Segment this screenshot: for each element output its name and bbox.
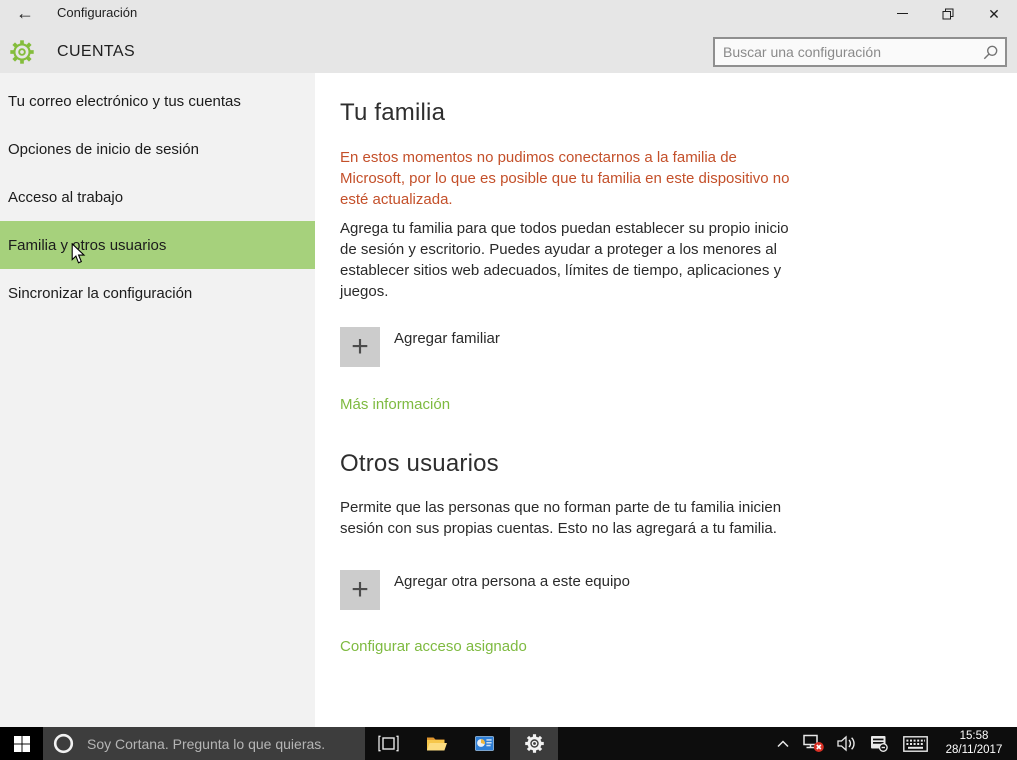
plus-icon: + [340,570,380,610]
add-family-member-button[interactable]: + Agregar familiar [340,327,1017,367]
sidebar-item-family-other-users[interactable]: Familia y otros usuarios [0,221,315,269]
network-status-button[interactable] [798,727,830,760]
close-button[interactable]: ✕ [971,0,1017,27]
chevron-up-icon [777,740,789,748]
plus-icon: + [340,327,380,367]
search-input[interactable] [715,44,983,60]
sidebar-item-signin-options[interactable]: Opciones de inicio de sesión [0,125,315,173]
mouse-cursor [71,243,86,265]
keyboard-icon [903,736,928,752]
cortana-placeholder-text: Soy Cortana. Pregunta lo que quieras. [87,736,325,752]
gear-icon [524,733,545,754]
family-warning-text: En estos momentos no pudimos conectarnos… [340,147,792,210]
family-description: Agrega tu familia para que todos puedan … [340,218,792,302]
settings-gear-icon [9,39,35,70]
more-info-link[interactable]: Más información [340,396,450,413]
minimize-icon [897,13,908,14]
task-view-button[interactable] [366,727,410,760]
cortana-search-bar[interactable]: Soy Cortana. Pregunta lo que quieras. [43,727,365,760]
cortana-icon [52,732,75,755]
add-other-user-label: Agregar otra persona a este equipo [394,573,630,590]
file-explorer-button[interactable] [414,727,458,760]
family-section-heading: Tu familia [340,99,1017,127]
other-users-description: Permite que las personas que no forman p… [340,497,808,539]
restore-button[interactable] [925,0,971,27]
speaker-icon [837,735,857,752]
settings-window: ← Configuración ✕ [0,0,1017,760]
settings-search-box[interactable] [713,37,1007,67]
back-arrow-icon: ← [16,3,34,24]
sidebar-item-sync-settings[interactable]: Sincronizar la configuración [0,269,315,317]
other-users-heading: Otros usuarios [340,450,1017,478]
list-status-icon [870,735,888,752]
task-view-icon [378,735,399,752]
taskbar-clock[interactable]: 15:58 28/11/2017 [934,727,1014,760]
settings-taskbar-button[interactable] [510,727,558,760]
title-bar: ← Configuración ✕ [0,0,1017,73]
assigned-access-link[interactable]: Configurar acceso asignado [340,638,527,655]
volume-button[interactable] [831,727,863,760]
notification-status-button[interactable] [864,727,894,760]
system-panel-icon [475,736,494,751]
tray-show-hidden-icons-button[interactable] [769,727,797,760]
content-pane: Tu familia En estos momentos no pudimos … [315,73,1017,727]
windows-logo-icon [14,736,30,752]
start-button[interactable] [0,727,43,760]
window-title: Configuración [57,5,137,20]
window-controls: ✕ [879,0,1017,27]
taskbar: Soy Cortana. Pregunta lo que quieras. [0,727,1017,760]
search-icon[interactable] [983,45,998,60]
sidebar-item-email-accounts[interactable]: Tu correo electrónico y tus cuentas [0,77,315,125]
sidebar-item-work-access[interactable]: Acceso al trabajo [0,173,315,221]
sidebar: Tu correo electrónico y tus cuentas Opci… [0,73,315,727]
touch-keyboard-button[interactable] [896,727,934,760]
add-family-member-label: Agregar familiar [394,330,500,347]
back-button[interactable]: ← [8,0,42,27]
clock-date: 28/11/2017 [946,744,1003,758]
page-title: CUENTAS [57,43,135,61]
add-other-user-button[interactable]: + Agregar otra persona a este equipo [340,570,1017,610]
network-disconnected-icon [803,734,825,753]
clock-time: 15:58 [960,730,989,744]
restore-icon [942,8,954,20]
folder-icon [426,735,447,752]
main-area: Tu correo electrónico y tus cuentas Opci… [0,73,1017,727]
minimize-button[interactable] [879,0,925,27]
close-icon: ✕ [988,7,1000,21]
system-app-button[interactable] [462,727,506,760]
